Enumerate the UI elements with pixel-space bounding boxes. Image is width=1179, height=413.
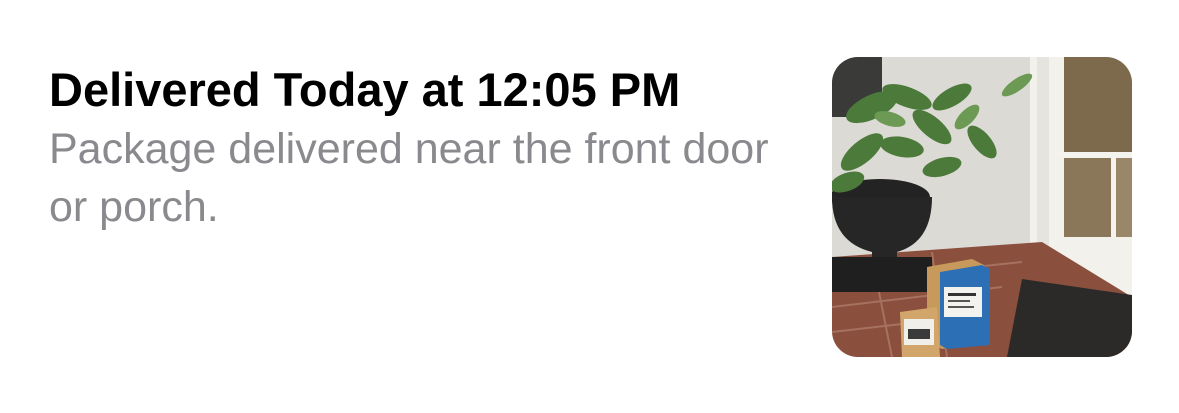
delivery-status-card: Delivered Today at 12:05 PM Package deli… — [0, 0, 1179, 413]
delivery-photo[interactable] — [832, 57, 1132, 357]
delivery-text: Delivered Today at 12:05 PM Package deli… — [49, 60, 789, 236]
delivery-photo-image — [832, 57, 1132, 357]
delivery-description: Package delivered near the front door or… — [49, 125, 769, 231]
delivery-title: Delivered Today at 12:05 PM — [49, 63, 681, 116]
